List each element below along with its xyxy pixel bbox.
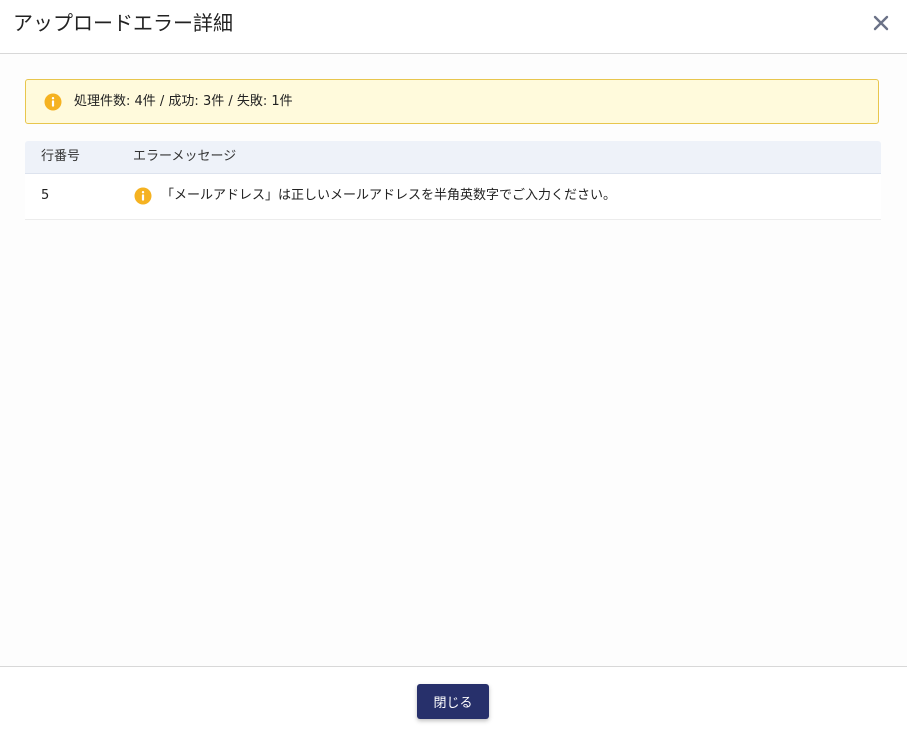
info-icon — [44, 93, 62, 111]
column-header-message: エラーメッセージ — [133, 149, 237, 164]
dialog-header: アップロードエラー詳細 — [0, 0, 907, 54]
close-icon[interactable] — [870, 12, 892, 34]
summary-text: 処理件数: 4件 / 成功: 3件 / 失敗: 1件 — [74, 94, 293, 109]
column-header-row-number: 行番号 — [41, 149, 81, 164]
error-message-cell: 「メールアドレス」は正しいメールアドレスを半角英数字でご入力ください。 — [161, 188, 617, 203]
close-button[interactable]: 閉じる — [417, 684, 489, 719]
dialog-footer: 閉じる — [0, 666, 907, 731]
warning-icon — [134, 187, 152, 205]
row-number-cell: 5 — [41, 188, 50, 203]
summary-alert: 処理件数: 4件 / 成功: 3件 / 失敗: 1件 — [25, 79, 879, 124]
upload-error-dialog: アップロードエラー詳細 処理件数: 4件 / 成功: 3件 / 失敗: 1件 行… — [0, 0, 907, 731]
dialog-title: アップロードエラー詳細 — [13, 11, 233, 35]
table-header: 行番号 エラーメッセージ — [25, 141, 881, 174]
error-table: 行番号 エラーメッセージ 5 「メールアドレス」は正しいメールアドレスを半角英数… — [25, 141, 881, 220]
dialog-body: 処理件数: 4件 / 成功: 3件 / 失敗: 1件 行番号 エラーメッセージ … — [0, 54, 907, 666]
table-row: 5 「メールアドレス」は正しいメールアドレスを半角英数字でご入力ください。 — [25, 174, 881, 220]
